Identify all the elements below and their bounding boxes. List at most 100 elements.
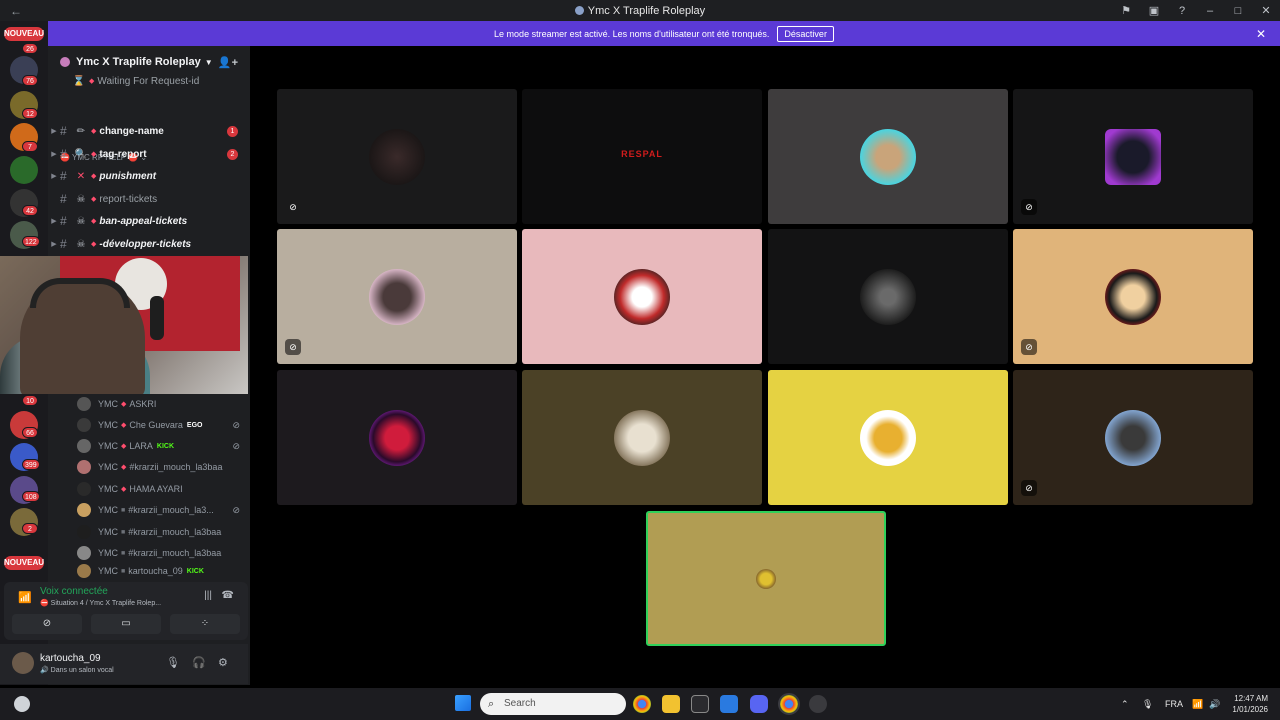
chevron-up-icon[interactable]: ⌃ — [1121, 688, 1129, 720]
close-icon[interactable]: ✕ — [1256, 27, 1266, 41]
voice-member[interactable]: YMC ■ #krarzii_mouch_la3... ⊘ — [48, 500, 250, 520]
unread-count: 2 — [227, 148, 238, 160]
voice-member[interactable]: YMC ◆ ASKRI — [48, 394, 250, 414]
taskbar-search[interactable]: ⌕ Search — [480, 693, 626, 715]
channel-item[interactable]: ▶ # 🔍 ◆ tag-report 2 — [48, 144, 250, 164]
voice-channel-name[interactable]: ⛔ Situation 4 / Ymc X Traplife Rolep... — [40, 599, 161, 607]
participant-avatar — [1105, 409, 1161, 466]
avatar — [77, 525, 91, 539]
gear-icon[interactable]: ⚙ — [218, 656, 228, 669]
video-tile[interactable] — [768, 370, 1008, 505]
participant-avatar — [860, 128, 916, 185]
hash-icon: # — [60, 124, 67, 138]
video-tile[interactable] — [768, 229, 1008, 364]
video-tile[interactable]: ⊘ — [277, 89, 517, 224]
discord-icon[interactable] — [750, 695, 768, 713]
channel-item[interactable]: # ☠ ◆ report-tickets — [48, 189, 250, 209]
screen-icon[interactable]: ▣ — [1140, 4, 1168, 17]
mail-icon[interactable] — [720, 695, 738, 713]
close-button[interactable]: ✕ — [1252, 4, 1280, 17]
search-icon: ⌕ — [488, 698, 495, 710]
ego-badge: EGO — [186, 421, 203, 429]
hash-icon: # — [60, 237, 67, 251]
channel-item[interactable]: ▶ # ✕ ◆ punishment — [48, 166, 250, 186]
screen-share-button[interactable]: ▭ — [91, 614, 161, 634]
channel-item[interactable]: ⌛ ◆ Waiting For Request-id — [48, 71, 250, 91]
voice-member[interactable]: YMC ◆ Che Guevara EGO ⊘ — [48, 415, 250, 435]
signal-icon[interactable]: 📶 — [18, 591, 32, 604]
server-icon[interactable] — [10, 156, 38, 184]
video-tile[interactable]: ⊘ — [1013, 89, 1253, 224]
participant-avatar — [756, 568, 776, 589]
voice-panel: 📶 Voix connectée ⛔ Situation 4 / Ymc X T… — [4, 582, 248, 640]
video-tile[interactable] — [768, 89, 1008, 224]
voice-member[interactable]: YMC ■ #krarzii_mouch_la3baa — [48, 522, 250, 542]
maximize-button[interactable]: □ — [1224, 5, 1252, 17]
language-indicator[interactable]: FRA — [1165, 688, 1183, 720]
file-explorer-icon[interactable] — [662, 695, 680, 713]
minimize-button[interactable]: – — [1196, 5, 1224, 17]
invite-icon[interactable]: 👤+ — [218, 56, 238, 69]
video-tile[interactable]: ⊘ — [277, 229, 517, 364]
wifi-icon[interactable]: 📶 — [1192, 688, 1203, 720]
mention-count: 7 — [22, 141, 38, 152]
mute-icon: ⊘ — [232, 440, 240, 451]
avatar — [77, 439, 91, 453]
avatar — [77, 482, 91, 496]
voice-member[interactable]: YMC ■ kartoucha_09 KICK — [48, 564, 250, 578]
avatar[interactable] — [12, 652, 34, 674]
chrome-icon[interactable] — [633, 695, 651, 713]
channel-item[interactable]: ▶ # ☠ ◆ -développer-tickets — [48, 234, 250, 254]
pencil-icon: ✏ — [76, 125, 86, 137]
video-tile[interactable]: RESPAL — [522, 89, 762, 224]
video-tile[interactable]: ⊘ — [1013, 229, 1253, 364]
microphone-tray-icon[interactable]: 🎙 — [1142, 688, 1153, 720]
streamer-mode-bar: Le mode streamer est activé. Les noms d'… — [48, 21, 1280, 46]
disconnect-icon[interactable]: ☎ — [222, 590, 234, 601]
channel-item[interactable]: ▶ # ✏ ◆ change-name 1 — [48, 121, 250, 141]
headset — [30, 278, 130, 308]
activities-button[interactable]: ⁘ — [170, 614, 240, 634]
voice-member[interactable]: YMC ■ #krarzii_mouch_la3baa — [48, 543, 250, 563]
camera-off-button[interactable]: ⊘ — [12, 614, 82, 634]
store-icon[interactable] — [691, 695, 709, 713]
video-tile-speaking[interactable] — [646, 511, 886, 646]
voice-member[interactable]: YMC ◆ LARA KICK ⊘ — [48, 436, 250, 456]
participant-avatar — [369, 128, 425, 185]
chrome-active-icon[interactable] — [778, 693, 800, 715]
webcam-overlay — [0, 256, 248, 394]
tile-label: RESPAL — [621, 149, 663, 159]
magnifier-icon: 🔍 — [74, 148, 88, 160]
chevron-right-icon: ▶ — [51, 173, 57, 180]
channel-item[interactable]: ▶ # ☠ ◆ ban-appeal-tickets — [48, 211, 250, 231]
mute-icon: ⊘ — [1021, 339, 1037, 355]
voice-member[interactable]: YMC ◆ #krarzii_mouch_la3baa — [48, 457, 250, 477]
mute-icon: ⊘ — [232, 419, 240, 430]
avatar — [77, 397, 91, 411]
username[interactable]: kartoucha_09 — [40, 653, 101, 664]
help-icon[interactable]: ? — [1168, 5, 1196, 17]
video-tile[interactable] — [522, 229, 762, 364]
separator-dot: ◆ — [89, 78, 95, 85]
video-tile[interactable] — [277, 370, 517, 505]
voice-member[interactable]: YMC ◆ HAMA AYARI — [48, 479, 250, 499]
start-button[interactable] — [455, 695, 471, 711]
headphones-icon[interactable]: 🎧 — [192, 656, 206, 669]
window-title: Ymc X Traplife Roleplay — [0, 5, 1280, 17]
participant-avatar — [614, 409, 670, 466]
volume-icon[interactable]: 🔊 — [1209, 688, 1220, 720]
inbox-icon[interactable]: ⚑ — [1112, 4, 1140, 17]
mention-count: 76 — [22, 75, 38, 86]
kick-badge: KICK — [186, 567, 204, 575]
microphone-icon[interactable]: 🎙 — [166, 656, 180, 669]
new-badge: NOUVEAU — [4, 556, 44, 570]
video-tile[interactable]: ⊘ — [1013, 370, 1253, 505]
app-icon[interactable] — [809, 695, 827, 713]
clock[interactable]: 12:47 AM 1/01/2026 — [1232, 693, 1268, 715]
disable-streamer-button[interactable]: Désactiver — [777, 25, 834, 42]
cross-icon: ✕ — [76, 170, 86, 182]
widgets-icon[interactable] — [14, 696, 30, 712]
noise-suppression-icon[interactable]: ||| — [204, 590, 212, 601]
skull-icon: ☠ — [76, 215, 86, 227]
video-tile[interactable] — [522, 370, 762, 505]
